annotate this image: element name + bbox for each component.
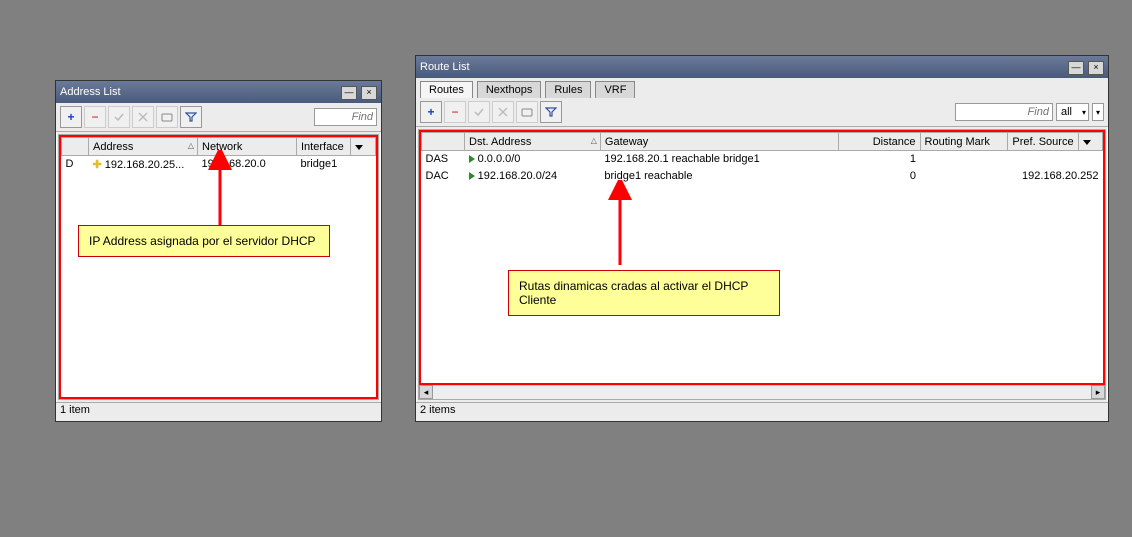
active-icon [469,155,475,163]
row-mark [920,168,1008,185]
toolbar: + − [56,103,381,132]
active-icon [469,172,475,180]
col-interface[interactable]: Interface [297,138,351,156]
filter-overflow[interactable]: ▾ [1092,103,1104,121]
table-row[interactable]: DAS 0.0.0.0/0 192.168.20.1 reachable bri… [422,151,1103,168]
toolbar: + − all▾ ▾ [416,98,1108,127]
row-dst: 192.168.20.0/24 [478,170,558,182]
find-input[interactable] [955,103,1053,121]
content-area: Dst. Address△ Gateway Distance Routing M… [418,129,1106,400]
scroll-right[interactable]: ▸ [1091,385,1105,399]
col-address[interactable]: Address△ [89,138,198,156]
disable-button[interactable] [132,106,154,128]
window-title: Route List [420,60,1067,74]
row-gateway: 192.168.20.1 reachable bridge1 [600,151,838,168]
scroll-left[interactable]: ◂ [419,385,433,399]
row-pref [1008,151,1103,168]
row-gateway: bridge1 reachable [600,168,838,185]
col-distance[interactable]: Distance [838,133,920,151]
col-mark[interactable]: Routing Mark [920,133,1008,151]
close-button[interactable]: × [361,86,377,100]
minimize-button[interactable]: ― [341,86,357,100]
route-table: Dst. Address△ Gateway Distance Routing M… [421,132,1103,184]
row-flag: DAS [422,151,465,168]
add-button[interactable]: + [420,101,442,123]
row-mark [920,151,1008,168]
titlebar: Route List ― × [416,56,1108,78]
col-dst[interactable]: Dst. Address△ [465,133,601,151]
filter-button[interactable] [180,106,202,128]
table-row[interactable]: D ✚ 192.168.20.25... 192.168.20.0 bridge… [62,156,376,173]
row-network: 192.168.20.0 [198,156,297,173]
statusbar: 2 items [416,402,1108,421]
disable-button[interactable] [492,101,514,123]
close-button[interactable]: × [1088,61,1104,75]
content-area: Address△ Network Interface D ✚ 192.168.2… [58,134,379,400]
address-table: Address△ Network Interface D ✚ 192.168.2… [61,137,376,172]
row-interface: bridge1 [297,156,376,173]
highlighted-region: Address△ Network Interface D ✚ 192.168.2… [59,135,378,399]
col-menu[interactable] [351,138,376,156]
remove-button[interactable]: − [84,106,106,128]
col-network[interactable]: Network [198,138,297,156]
statusbar: 1 item [56,402,381,421]
titlebar: Address List ― × [56,81,381,103]
hscroll[interactable]: ◂ ▸ [419,385,1105,399]
tab-rules[interactable]: Rules [545,81,591,98]
callout-right: Rutas dinamicas cradas al activar el DHC… [508,270,780,316]
route-list-window: Route List ― × Routes Nexthops Rules VRF… [415,55,1109,422]
highlighted-region: Dst. Address△ Gateway Distance Routing M… [419,130,1105,385]
row-distance: 1 [838,151,920,168]
comment-button[interactable] [156,106,178,128]
filter-select[interactable]: all▾ [1056,103,1089,121]
row-distance: 0 [838,168,920,185]
tabs: Routes Nexthops Rules VRF [416,78,1108,98]
find-input[interactable] [314,108,377,126]
col-gateway[interactable]: Gateway [600,133,838,151]
col-pref[interactable]: Pref. Source [1008,133,1078,151]
tab-routes[interactable]: Routes [420,81,473,98]
filter-button[interactable] [540,101,562,123]
row-flag: D [62,156,89,173]
col-menu[interactable] [1078,133,1102,151]
tab-vrf[interactable]: VRF [595,81,635,98]
row-address: ✚ 192.168.20.25... [89,156,198,173]
comment-button[interactable] [516,101,538,123]
minimize-button[interactable]: ― [1068,61,1084,75]
callout-left: IP Address asignada por el servidor DHCP [78,225,330,257]
row-pref: 192.168.20.252 [1008,168,1103,185]
remove-button[interactable]: − [444,101,466,123]
tab-nexthops[interactable]: Nexthops [477,81,541,98]
window-title: Address List [60,85,340,99]
plus-icon: ✚ [93,159,102,171]
add-button[interactable]: + [60,106,82,128]
enable-button[interactable] [468,101,490,123]
row-dst: 0.0.0.0/0 [478,153,521,165]
row-flag: DAC [422,168,465,185]
table-row[interactable]: DAC 192.168.20.0/24 bridge1 reachable 0 … [422,168,1103,185]
enable-button[interactable] [108,106,130,128]
